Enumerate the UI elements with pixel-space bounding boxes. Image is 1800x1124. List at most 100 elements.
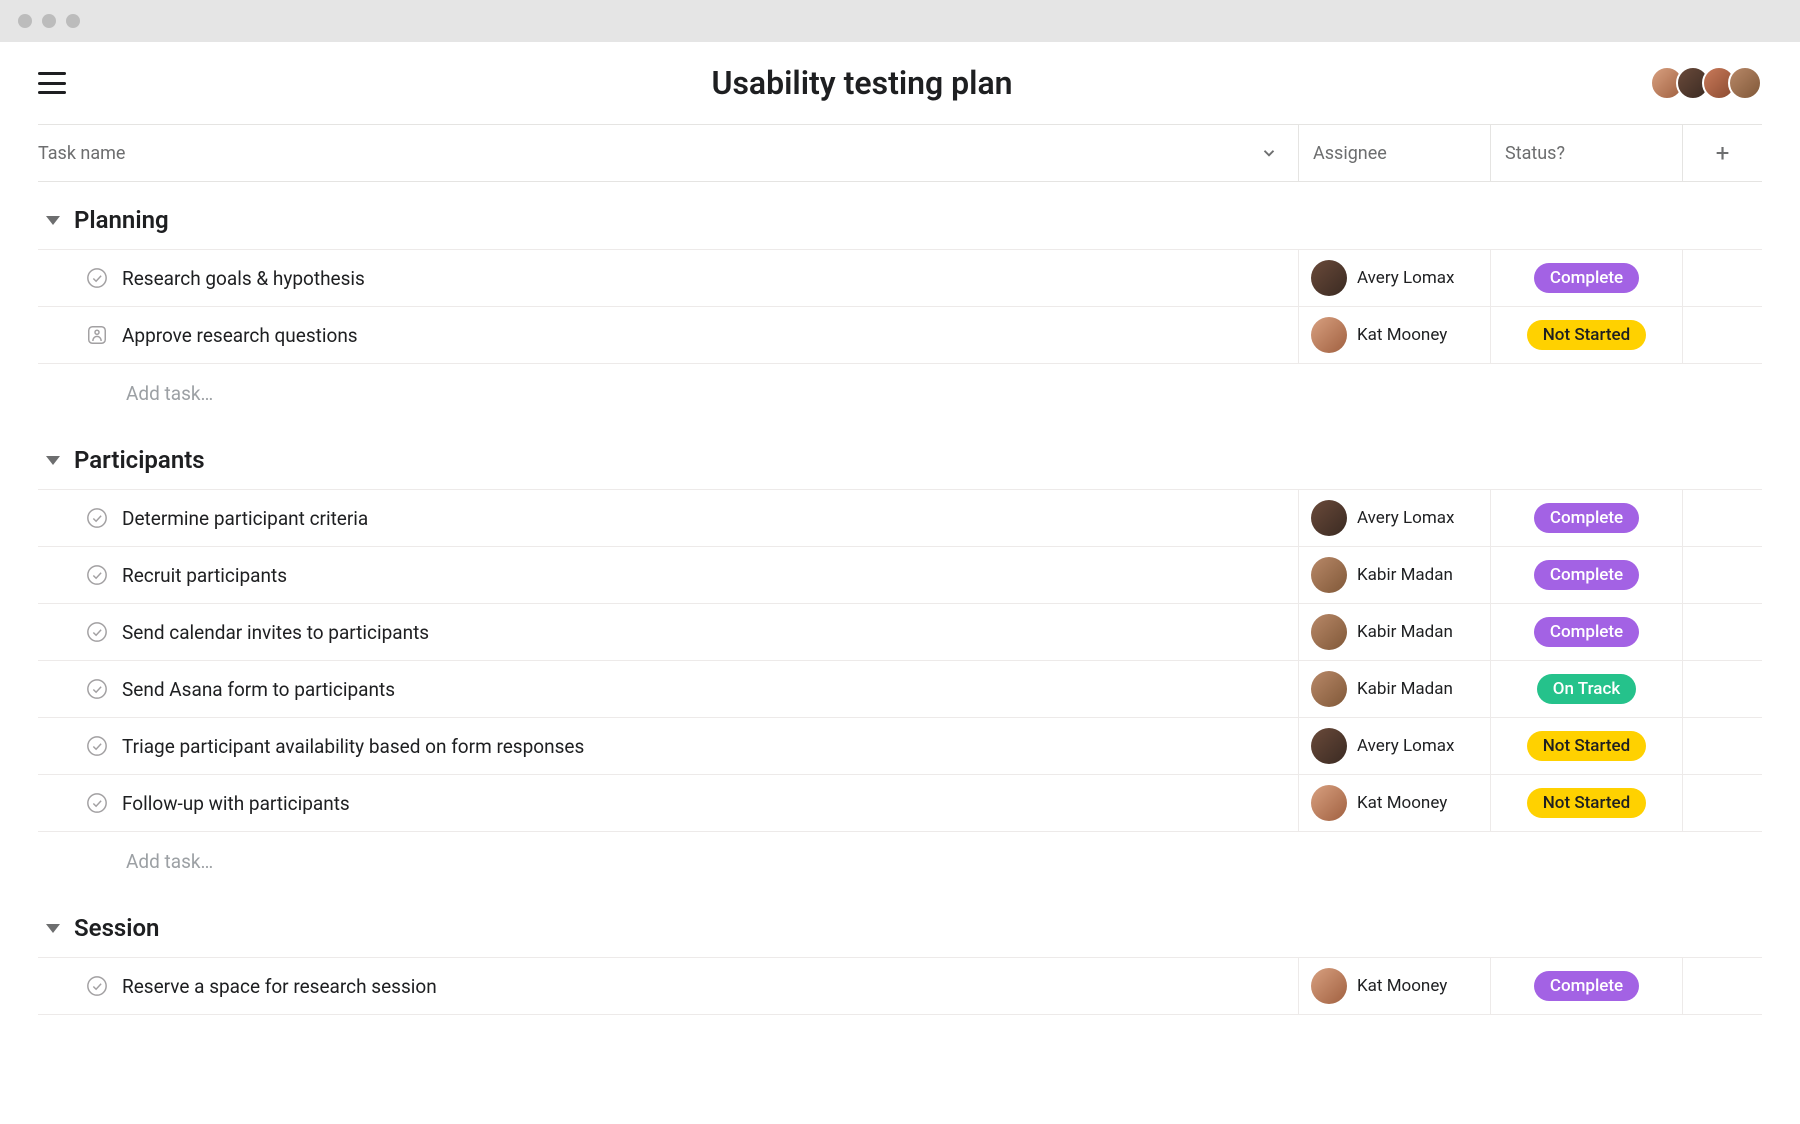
status-cell[interactable]: Complete — [1490, 250, 1682, 306]
column-header-task-label: Task name — [38, 143, 125, 164]
column-header-task[interactable]: Task name — [38, 125, 1298, 181]
status-cell[interactable]: Not Started — [1490, 307, 1682, 363]
check-circle-icon[interactable] — [86, 621, 108, 643]
avatar — [1311, 500, 1347, 536]
assignee-name: Kat Mooney — [1357, 793, 1447, 813]
chevron-down-icon — [46, 924, 60, 933]
chevron-down-icon[interactable] — [1260, 144, 1278, 162]
check-circle-icon[interactable] — [86, 975, 108, 997]
section-name: Participants — [74, 446, 205, 474]
status-cell[interactable]: Not Started — [1490, 775, 1682, 831]
task-title: Send Asana form to participants — [122, 678, 395, 701]
menu-icon[interactable] — [38, 72, 66, 94]
task-cell[interactable]: Triage participant availability based on… — [38, 718, 1298, 774]
task-row[interactable]: Send Asana form to participants Kabir Mad… — [38, 660, 1762, 718]
extra-cell — [1682, 250, 1762, 306]
assignee-cell[interactable]: Kabir Madan — [1298, 661, 1490, 717]
section-name: Planning — [74, 206, 169, 234]
task-cell[interactable]: Recruit participants — [38, 547, 1298, 603]
status-cell[interactable]: Complete — [1490, 958, 1682, 1014]
column-header-assignee-label: Assignee — [1313, 143, 1387, 164]
check-circle-icon[interactable] — [86, 792, 108, 814]
status-badge: Complete — [1534, 560, 1639, 590]
assignee-name: Kat Mooney — [1357, 976, 1447, 996]
assignee-name: Kabir Madan — [1357, 679, 1453, 699]
section-name: Session — [74, 914, 159, 942]
task-row[interactable]: Triage participant availability based on… — [38, 717, 1762, 775]
task-row[interactable]: Follow-up with participants Kat Mooney Not… — [38, 774, 1762, 832]
assignee-cell[interactable]: Kabir Madan — [1298, 604, 1490, 660]
assignee-cell[interactable]: Avery Lomax — [1298, 718, 1490, 774]
extra-cell — [1682, 775, 1762, 831]
avatar — [1311, 728, 1347, 764]
task-title: Recruit participants — [122, 564, 287, 587]
status-cell[interactable]: Complete — [1490, 547, 1682, 603]
approval-icon[interactable] — [86, 324, 108, 346]
assignee-cell[interactable]: Kabir Madan — [1298, 547, 1490, 603]
avatar — [1311, 317, 1347, 353]
status-badge: Complete — [1534, 263, 1639, 293]
assignee-cell[interactable]: Avery Lomax — [1298, 490, 1490, 546]
status-cell[interactable]: On Track — [1490, 661, 1682, 717]
section-header[interactable]: Session — [38, 890, 1762, 958]
assignee-cell[interactable]: Kat Mooney — [1298, 775, 1490, 831]
traffic-light-minimize[interactable] — [42, 14, 56, 28]
avatar — [1311, 785, 1347, 821]
add-task-button[interactable]: Add task… — [38, 364, 1762, 422]
avatar[interactable] — [1728, 66, 1762, 100]
status-cell[interactable]: Not Started — [1490, 718, 1682, 774]
task-title: Approve research questions — [122, 324, 358, 347]
task-cell[interactable]: Determine participant criteria — [38, 490, 1298, 546]
check-circle-icon[interactable] — [86, 267, 108, 289]
assignee-name: Avery Lomax — [1357, 268, 1454, 288]
check-circle-icon[interactable] — [86, 564, 108, 586]
task-cell[interactable]: Send Asana form to participants — [38, 661, 1298, 717]
task-title: Determine participant criteria — [122, 507, 368, 530]
task-list: Planning Research goals & hypothesis Aver… — [0, 182, 1800, 1015]
task-row[interactable]: Send calendar invites to participants Kab… — [38, 603, 1762, 661]
task-title: Reserve a space for research session — [122, 975, 437, 998]
assignee-name: Avery Lomax — [1357, 736, 1454, 756]
extra-cell — [1682, 958, 1762, 1014]
task-cell[interactable]: Approve research questions — [38, 307, 1298, 363]
status-badge: Not Started — [1527, 788, 1646, 818]
task-row[interactable]: Research goals & hypothesis Avery Lomax Co… — [38, 249, 1762, 307]
check-circle-icon[interactable] — [86, 507, 108, 529]
column-header-status[interactable]: Status? — [1490, 125, 1682, 181]
task-cell[interactable]: Send calendar invites to participants — [38, 604, 1298, 660]
task-row[interactable]: Approve research questions Kat MooneyNot … — [38, 306, 1762, 364]
column-header-row: Task name Assignee Status? + — [38, 124, 1762, 182]
task-title: Triage participant availability based on… — [122, 735, 584, 758]
traffic-light-close[interactable] — [18, 14, 32, 28]
assignee-cell[interactable]: Avery Lomax — [1298, 250, 1490, 306]
extra-cell — [1682, 661, 1762, 717]
extra-cell — [1682, 307, 1762, 363]
column-header-assignee[interactable]: Assignee — [1298, 125, 1490, 181]
section-header[interactable]: Planning — [38, 182, 1762, 250]
task-title: Send calendar invites to participants — [122, 621, 429, 644]
traffic-light-zoom[interactable] — [66, 14, 80, 28]
status-cell[interactable]: Complete — [1490, 490, 1682, 546]
check-circle-icon[interactable] — [86, 678, 108, 700]
assignee-name: Kabir Madan — [1357, 622, 1453, 642]
task-row[interactable]: Determine participant criteria Avery Loma… — [38, 489, 1762, 547]
task-cell[interactable]: Research goals & hypothesis — [38, 250, 1298, 306]
assignee-cell[interactable]: Kat Mooney — [1298, 307, 1490, 363]
task-cell[interactable]: Follow-up with participants — [38, 775, 1298, 831]
task-title: Research goals & hypothesis — [122, 267, 365, 290]
window-chrome — [0, 0, 1800, 42]
avatar — [1311, 557, 1347, 593]
extra-cell — [1682, 718, 1762, 774]
status-cell[interactable]: Complete — [1490, 604, 1682, 660]
check-circle-icon[interactable] — [86, 735, 108, 757]
assignee-name: Kabir Madan — [1357, 565, 1453, 585]
task-row[interactable]: Recruit participants Kabir Madan Complete — [38, 546, 1762, 604]
add-column-button[interactable]: + — [1682, 125, 1762, 181]
assignee-cell[interactable]: Kat Mooney — [1298, 958, 1490, 1014]
task-row[interactable]: Reserve a space for research session Kat … — [38, 957, 1762, 1015]
collaborator-avatars[interactable] — [1658, 66, 1762, 100]
status-badge: Complete — [1534, 503, 1639, 533]
section-header[interactable]: Participants — [38, 422, 1762, 490]
task-cell[interactable]: Reserve a space for research session — [38, 958, 1298, 1014]
add-task-button[interactable]: Add task… — [38, 832, 1762, 890]
